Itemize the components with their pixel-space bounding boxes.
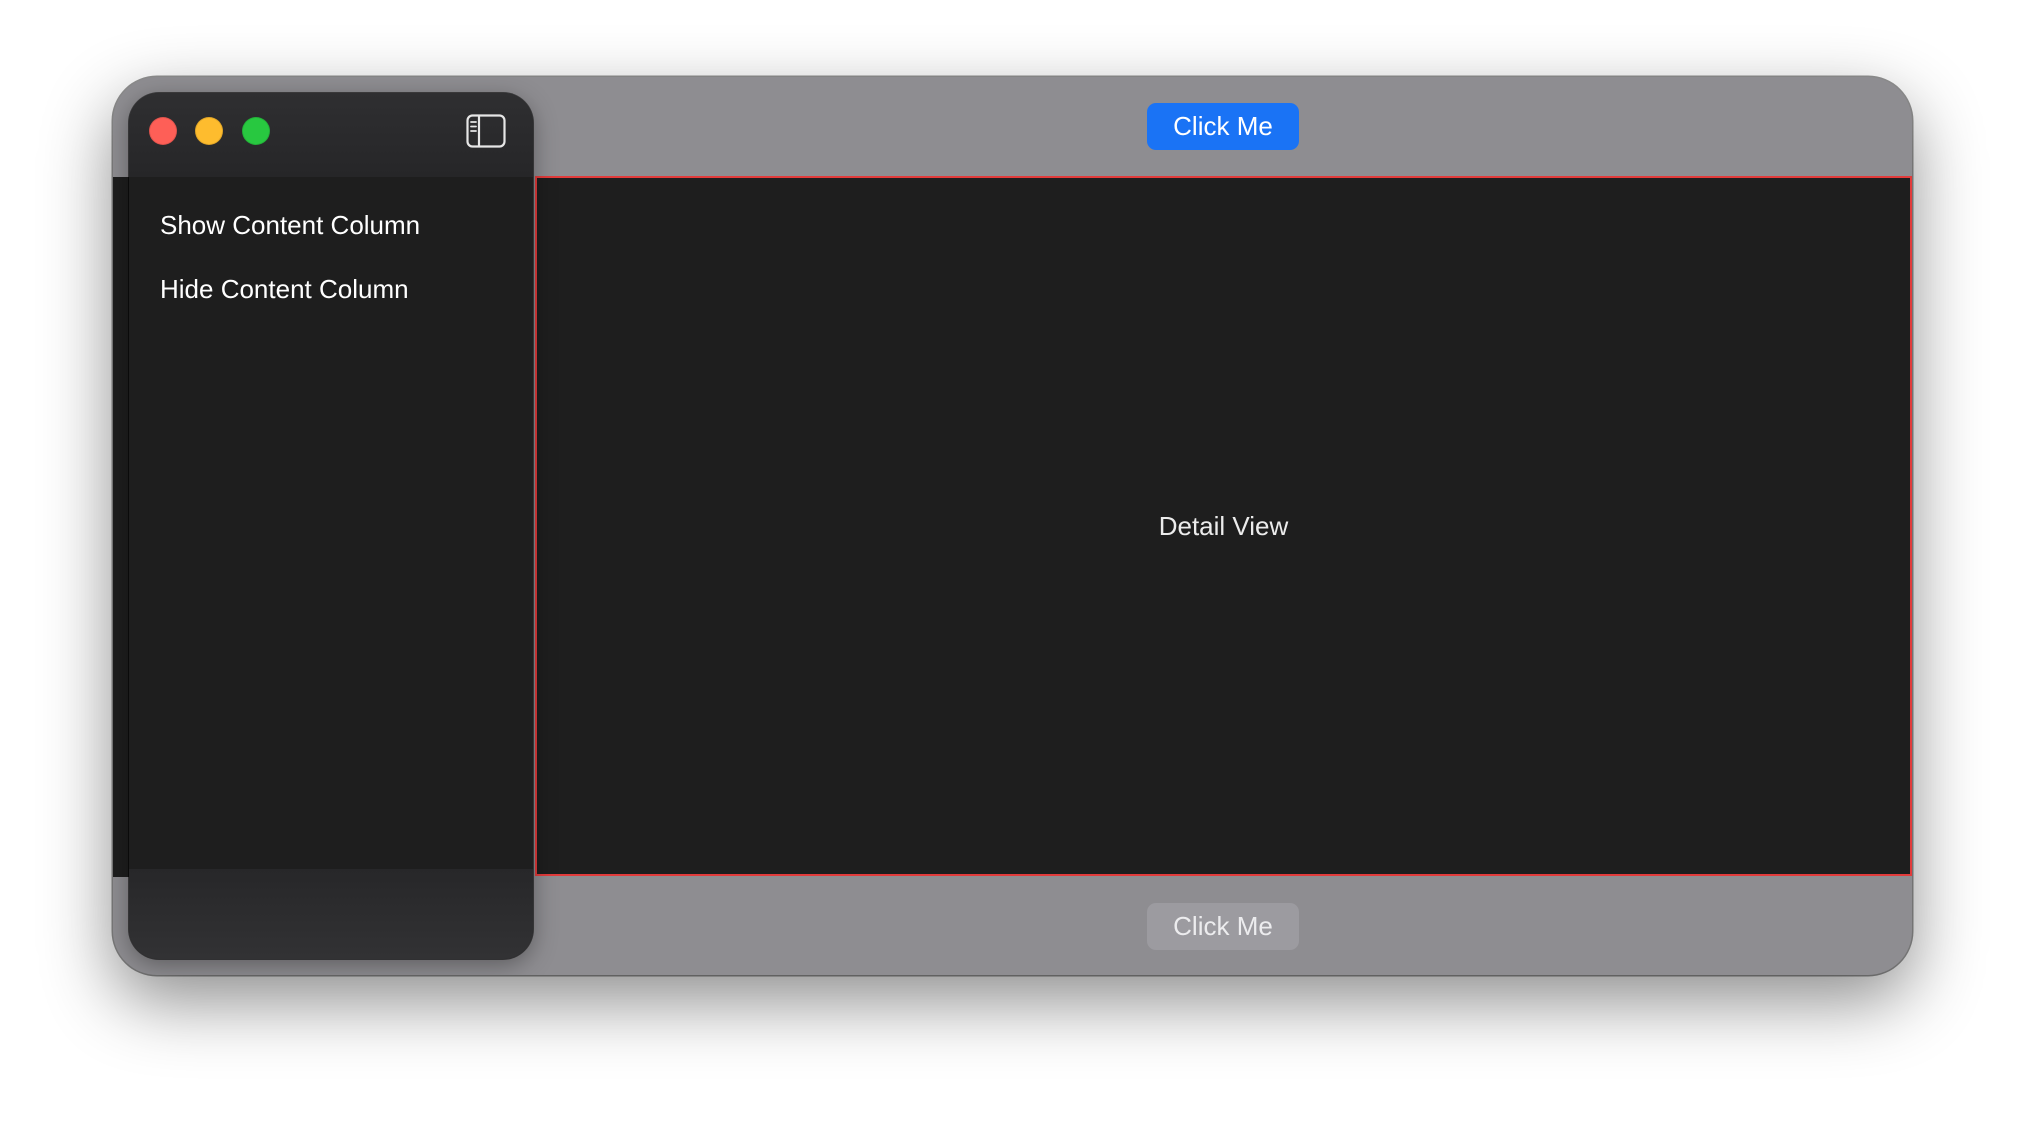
sidebar-left-icon[interactable]: [466, 114, 506, 148]
sidebar-item-hide-content-column[interactable]: Hide Content Column: [129, 257, 533, 321]
sidebar-list: Show Content Column Hide Content Column: [129, 193, 533, 321]
top-click-me-button[interactable]: Click Me: [1147, 103, 1299, 150]
close-window-button[interactable]: [149, 117, 177, 145]
minimize-window-button[interactable]: [195, 117, 223, 145]
bottom-click-me-button[interactable]: Click Me: [1147, 903, 1299, 950]
detail-view-label: Detail View: [1158, 510, 1289, 541]
detail-view: Detail View: [535, 176, 1912, 876]
sidebar-item-show-content-column[interactable]: Show Content Column: [129, 193, 533, 257]
sidebar-bottom-bar: [129, 869, 533, 959]
sidebar: Show Content Column Hide Content Column: [129, 93, 533, 959]
app-window: Click Me Detail View Click Me Show Conte…: [113, 77, 1912, 975]
zoom-window-button[interactable]: [242, 117, 270, 145]
sidebar-titlebar: [129, 93, 533, 177]
